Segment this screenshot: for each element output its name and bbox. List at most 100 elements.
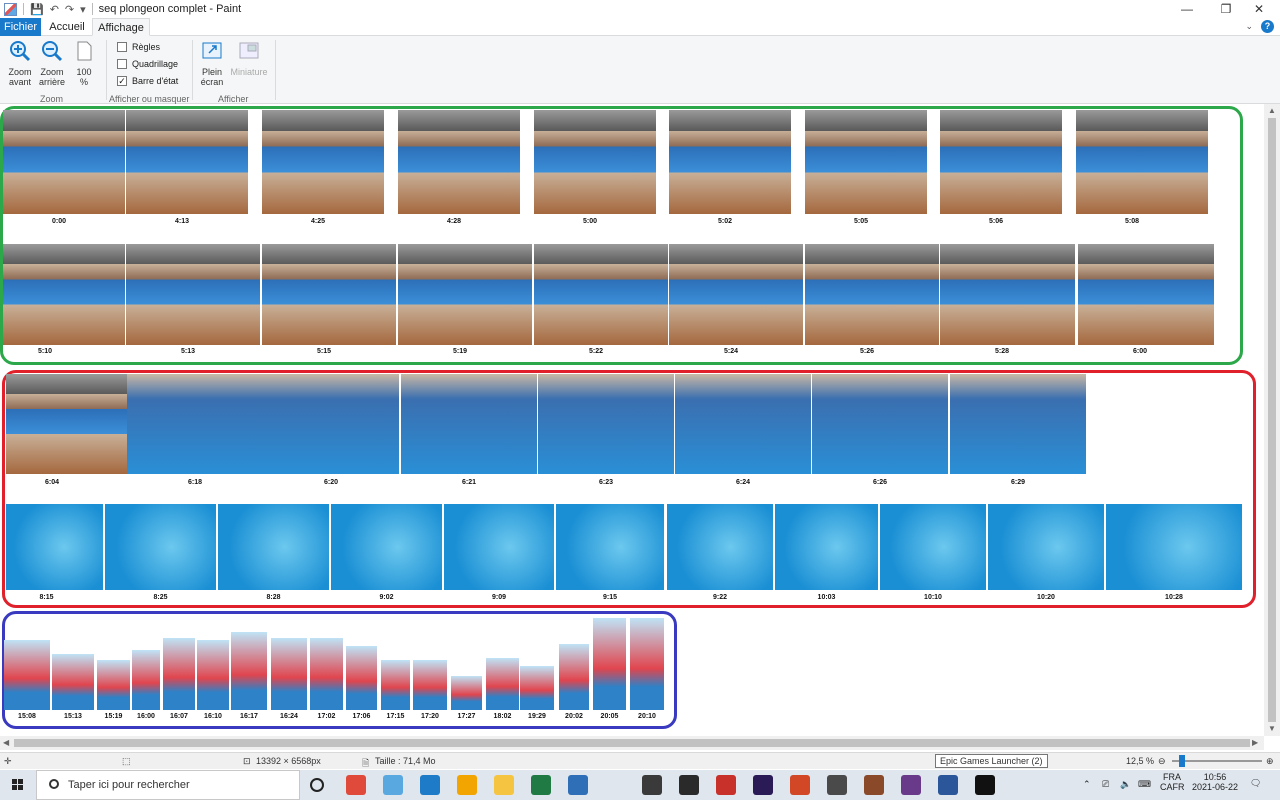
time-label: 8:25 bbox=[153, 594, 168, 601]
horizontal-scroll-thumb[interactable] bbox=[14, 739, 1250, 747]
time-label: 5:00 bbox=[582, 218, 597, 225]
explorer-icon[interactable] bbox=[494, 775, 514, 795]
zoom-out-small-icon[interactable]: ⊖ bbox=[1158, 756, 1166, 767]
time-label: 10:28 bbox=[1165, 594, 1183, 601]
language-indicator[interactable]: FRA CAFR bbox=[1160, 772, 1185, 792]
task-view-icon[interactable] bbox=[310, 778, 324, 792]
gridlines-checkbox[interactable]: Quadrillage bbox=[117, 59, 178, 69]
photo-blue bbox=[310, 638, 343, 710]
scroll-up-icon[interactable]: ▲ bbox=[1268, 106, 1276, 115]
xbox-icon[interactable] bbox=[679, 775, 699, 795]
zoom-100-button[interactable]: 100 % bbox=[72, 40, 96, 87]
horizontal-scrollbar[interactable]: ◀ ▶ bbox=[0, 736, 1264, 750]
time-label: 5:28 bbox=[994, 348, 1009, 355]
window-title: seq plongeon complet - Paint bbox=[98, 3, 242, 15]
thumbnail-label: Miniature bbox=[230, 67, 268, 77]
photo-blue bbox=[231, 632, 267, 710]
video-icon[interactable] bbox=[716, 775, 736, 795]
start-button[interactable] bbox=[0, 770, 36, 800]
customize-toolbar-icon[interactable]: ▾ bbox=[80, 3, 86, 16]
office-icon[interactable] bbox=[790, 775, 810, 795]
after-effects-icon[interactable] bbox=[753, 775, 773, 795]
calculator-icon[interactable] bbox=[827, 775, 847, 795]
fullscreen-button[interactable]: Plein écran bbox=[199, 40, 225, 87]
vpn-icon[interactable] bbox=[642, 775, 662, 795]
time-label: 20:05 bbox=[600, 713, 619, 720]
keyboard-icon[interactable]: ⌨ bbox=[1138, 779, 1151, 790]
scroll-down-icon[interactable]: ▼ bbox=[1268, 724, 1276, 733]
vertical-scroll-thumb[interactable] bbox=[1268, 118, 1276, 722]
group-label-show: Afficher ou masquer bbox=[109, 94, 190, 104]
photo-red-r1 bbox=[263, 374, 399, 474]
photo-red-r2 bbox=[880, 504, 986, 590]
photo-green-r1 bbox=[940, 110, 1062, 214]
time-label: 8:15 bbox=[39, 594, 54, 601]
scroll-left-icon[interactable]: ◀ bbox=[3, 738, 9, 747]
tab-home[interactable]: Accueil bbox=[44, 18, 90, 36]
statusbar-checkbox[interactable]: ✓ Barre d'état bbox=[117, 76, 178, 86]
tab-file[interactable]: Fichier bbox=[0, 18, 41, 36]
photo-blue bbox=[52, 654, 94, 710]
network-icon[interactable]: ⎚ bbox=[1102, 779, 1109, 790]
help-icon[interactable]: ? bbox=[1261, 20, 1274, 33]
excel-icon[interactable] bbox=[531, 775, 551, 795]
ribbon-tabs: Fichier Accueil Affichage ⌄ ? bbox=[0, 18, 1280, 36]
taskbar-search[interactable]: Taper ici pour rechercher bbox=[36, 770, 300, 800]
word-icon[interactable] bbox=[938, 775, 958, 795]
vertical-scrollbar[interactable]: ▲ ▼ bbox=[1264, 104, 1280, 736]
photo-blue bbox=[451, 676, 482, 710]
save-icon[interactable]: 💾 bbox=[30, 3, 44, 16]
photo-green-r2 bbox=[669, 244, 803, 345]
photo-blue bbox=[197, 640, 229, 710]
rulers-box[interactable] bbox=[117, 42, 127, 52]
zoom-in-icon bbox=[10, 41, 31, 62]
game-icon[interactable] bbox=[864, 775, 884, 795]
photo-green-r1 bbox=[126, 110, 248, 214]
search-input[interactable]: Taper ici pour rechercher bbox=[68, 779, 190, 791]
gridlines-box[interactable] bbox=[117, 59, 127, 69]
ribbon: Zoom avant Zoom arrière 100 % Zoom Règle… bbox=[0, 36, 1280, 104]
fullscreen-icon bbox=[202, 42, 222, 59]
zoom-in-small-icon[interactable]: ⊕ bbox=[1266, 756, 1274, 767]
photo-blue bbox=[97, 660, 130, 710]
tooltip: Epic Games Launcher (2) bbox=[935, 754, 1048, 768]
volume-icon[interactable]: 🔈 bbox=[1120, 779, 1131, 790]
redo-icon[interactable]: ↷ bbox=[65, 3, 74, 16]
statusbar-box[interactable]: ✓ bbox=[117, 76, 127, 86]
thumbnail-button[interactable]: Miniature bbox=[229, 40, 269, 77]
windows-logo-icon bbox=[12, 779, 23, 790]
media-icon[interactable] bbox=[457, 775, 477, 795]
time-label: 17:02 bbox=[317, 713, 336, 720]
chrome-icon[interactable] bbox=[346, 775, 366, 795]
image-canvas[interactable]: 0:00 4:13 4:25 4:28 5:00 5:02 5:05 5:06 5:08 5:10… bbox=[0, 104, 1264, 736]
rulers-checkbox[interactable]: Règles bbox=[117, 42, 160, 52]
edge-icon[interactable] bbox=[420, 775, 440, 795]
time-label: 5:22 bbox=[588, 348, 603, 355]
selection-size-icon: ⬚ bbox=[122, 756, 131, 766]
zoom-level: 12,5 % bbox=[1126, 756, 1155, 766]
tray-chevron-icon[interactable]: ⌃ bbox=[1083, 779, 1091, 790]
notifications-icon[interactable]: 🗨 bbox=[1250, 778, 1261, 789]
photo-green-r1 bbox=[669, 110, 791, 214]
close-button[interactable]: ✕ bbox=[1236, 0, 1280, 18]
clock[interactable]: 10:56 2021-06-22 bbox=[1190, 772, 1240, 792]
epic-games-icon[interactable] bbox=[975, 775, 995, 795]
statusbar-label: Barre d'état bbox=[132, 76, 179, 86]
photo-red-r1 bbox=[675, 374, 811, 474]
file-size: Taille : 71,4 Mo bbox=[375, 756, 436, 766]
tab-view[interactable]: Affichage bbox=[92, 18, 150, 36]
mail-icon[interactable] bbox=[568, 775, 588, 795]
photo-green-r2 bbox=[3, 244, 125, 345]
zoom-out-button[interactable]: Zoom arrière bbox=[38, 40, 66, 87]
scroll-right-icon[interactable]: ▶ bbox=[1252, 738, 1258, 747]
zoom-slider-handle[interactable] bbox=[1179, 755, 1185, 767]
collapse-ribbon-icon[interactable]: ⌄ bbox=[1245, 21, 1253, 32]
zoom-in-button[interactable]: Zoom avant bbox=[6, 40, 34, 87]
paint-app-icon bbox=[4, 2, 17, 16]
zoom-slider[interactable] bbox=[1172, 760, 1262, 762]
paint-icon[interactable] bbox=[383, 775, 403, 795]
canvas-area[interactable]: 0:00 4:13 4:25 4:28 5:00 5:02 5:05 5:06 5:08 5:10… bbox=[0, 104, 1264, 736]
time-label: 16:24 bbox=[280, 713, 298, 720]
photos-icon[interactable] bbox=[901, 775, 921, 795]
undo-icon[interactable]: ↶ bbox=[50, 3, 59, 16]
